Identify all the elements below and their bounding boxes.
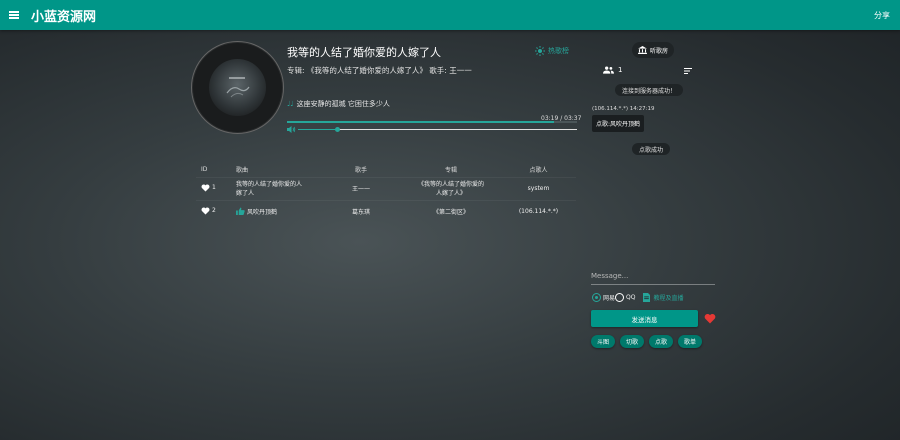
radio-qq[interactable] <box>615 293 625 302</box>
sort-icon[interactable] <box>684 68 692 74</box>
progress-fill <box>287 121 554 123</box>
favorite-heart-icon[interactable] <box>704 313 716 324</box>
volume-slider[interactable] <box>298 127 577 132</box>
radio-netease-label: 网易 <box>603 295 616 302</box>
radio-netease[interactable] <box>592 293 601 302</box>
message-input[interactable] <box>591 267 715 285</box>
send-message-button[interactable]: 发送消息 <box>591 310 698 327</box>
volume-control <box>287 124 577 136</box>
singer-name: 葛东琪 <box>351 209 370 217</box>
col-header-requester: 点歌人 <box>529 167 548 175</box>
connect-status: 连接到服务器成功！ <box>615 84 684 96</box>
singer-name: 王一一 <box>351 186 370 193</box>
bank-icon <box>638 46 647 54</box>
menu-icon[interactable] <box>9 11 19 19</box>
song-name: 我等的人结了婚你爱的人 嫁了人 <box>236 180 303 197</box>
chat-message: 点歌:风吹丹顶鹤 <box>592 115 645 132</box>
song-title: 我等的人结了婚你爱的人嫁了人 <box>287 46 441 59</box>
album-name: 《第二街区》 <box>432 209 469 217</box>
chip-request-song[interactable]: 点歌 <box>649 335 674 348</box>
col-header-song: 歌曲 <box>236 167 249 175</box>
volume-fill <box>298 129 338 130</box>
lyric-text: 这座安静的孤城 它困住多少人 <box>296 100 390 108</box>
row-id: 1 <box>212 184 216 191</box>
col-header-singer: 歌手 <box>354 167 367 175</box>
users-icon <box>603 66 614 74</box>
online-users[interactable]: 1 <box>603 66 622 74</box>
thumbs-up-icon <box>236 207 245 216</box>
album-singer-line: 专辑: 《我等的人结了婚你爱的人嫁了人》 歌手: 王一一 <box>287 66 472 75</box>
chip-sticker[interactable]: 斗图 <box>591 335 616 348</box>
album-cover <box>209 59 266 116</box>
request-success-status: 点歌成功 <box>632 143 671 155</box>
col-header-album: 专辑 <box>444 167 457 175</box>
volume-icon[interactable] <box>287 125 296 134</box>
table-row[interactable]: 2 风吹丹顶鹤 葛东琪 《第二街区》 (106.114.*.*) <box>196 200 576 223</box>
row-id: 2 <box>212 207 216 215</box>
room-button[interactable]: 听歌房 <box>632 42 675 58</box>
requester-name: (106.114.*.*) <box>518 208 559 216</box>
song-name: 风吹丹顶鹤 <box>247 209 278 217</box>
hot-songs-button[interactable]: 热歌榜 <box>535 46 569 56</box>
heart-icon[interactable] <box>201 184 210 192</box>
app-title: 小蓝资源网 <box>31 10 97 25</box>
tutorial-link[interactable]: 教程及直播 <box>653 293 683 302</box>
table-row[interactable]: 1 我等的人结了婚你爱的人 嫁了人 王一一 《我等的人结了婚你爱的 人嫁了人》 sy… <box>196 177 576 200</box>
col-header-id: ID <box>201 166 208 174</box>
quick-actions: 斗图 切歌 点歌 歌单 <box>591 335 703 348</box>
playlist-table: ID 歌曲 歌手 专辑 点歌人 1 我等的人结了婚你爱的人 嫁了人 王一一 《我等… <box>196 163 576 223</box>
music-note-icon: ♩♩ <box>287 100 294 108</box>
hot-songs-label: 热歌榜 <box>548 47 569 55</box>
top-app-bar: 小蓝资源网 分享 <box>0 0 900 30</box>
source-selector: 网易 QQ 教程及直播 <box>592 293 683 302</box>
share-button[interactable]: 分享 <box>874 10 890 21</box>
chat-meta: (106.114.*.*) 14:27:19 <box>592 106 655 112</box>
online-count: 1 <box>618 66 623 74</box>
sun-icon <box>535 46 545 56</box>
room-label: 听歌房 <box>650 47 669 55</box>
radio-qq-label: QQ <box>626 294 636 301</box>
volume-knob[interactable] <box>335 127 341 132</box>
document-icon <box>643 293 651 302</box>
album-name: 《我等的人结了婚你爱的 人嫁了人》 <box>417 180 484 197</box>
album-disc <box>191 41 284 134</box>
chip-skip-song[interactable]: 切歌 <box>620 335 645 348</box>
requester-name: system <box>527 185 550 192</box>
lyric-line: ♩♩ 这座安静的孤城 它困住多少人 <box>287 99 390 109</box>
progress-bar[interactable] <box>287 121 577 123</box>
chip-playlist[interactable]: 歌单 <box>678 335 703 348</box>
heart-icon[interactable] <box>201 207 210 215</box>
